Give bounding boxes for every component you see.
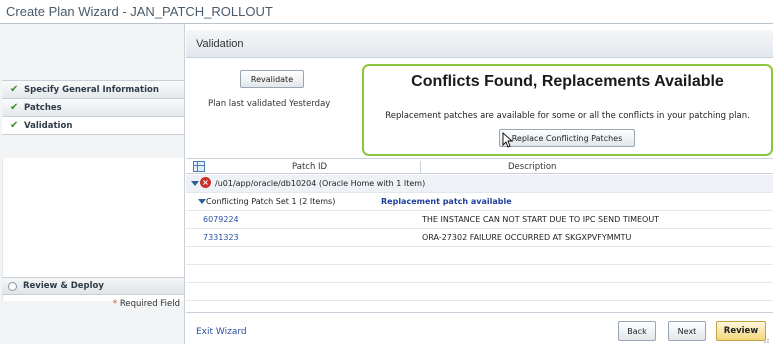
column-header-patch-id[interactable]: Patch ID (292, 162, 327, 172)
step-patches[interactable]: ✔ Patches (2, 99, 184, 117)
patch-description: THE INSTANCE CAN NOT START DUE TO IPC SE… (422, 215, 660, 224)
exit-wizard-link[interactable]: Exit Wizard (196, 327, 247, 337)
radio-icon (8, 281, 17, 291)
conflict-set-row[interactable]: Conflicting Patch Set 1 (2 Items) Replac… (186, 193, 773, 211)
section-title: Validation (196, 38, 244, 50)
expand-triangle-icon[interactable] (191, 181, 199, 186)
step-validation[interactable]: ✔ Validation (2, 117, 184, 135)
last-validated-text: Plan last validated Yesterday (208, 99, 331, 109)
replacement-note: Replacement patch available (381, 197, 512, 206)
revalidate-button[interactable]: Revalidate (240, 70, 304, 88)
conflicts-message: Replacement patches are available for so… (385, 111, 750, 121)
step-label: Specify General Information (24, 84, 159, 95)
patch-description: ORA-27302 FAILURE OCCURRED AT SKGXPVFYMM… (422, 233, 632, 242)
section-header: Validation (186, 30, 773, 58)
patch-id-link[interactable]: 6079224 (203, 215, 239, 224)
wizard-steps: ✔ Specify General Information ✔ Patches … (2, 80, 184, 135)
required-marker: * (112, 299, 118, 309)
wizard-sidebar: ✔ Specify General Information ✔ Patches … (0, 24, 185, 344)
table-row[interactable]: 7331323 ORA-27302 FAILURE OCCURRED AT SK… (186, 229, 773, 247)
table-view-icon[interactable] (193, 161, 205, 172)
conflicts-table: Patch ID Description × /u01/app/oracle/d… (186, 158, 773, 310)
step-label: Patches (24, 102, 62, 113)
next-button[interactable]: Next (668, 321, 706, 341)
window-title-bar: Create Plan Wizard - JAN_PATCH_ROLLOUT (0, 0, 773, 24)
table-row[interactable]: 6079224 THE INSTANCE CAN NOT START DUE T… (186, 211, 773, 229)
wizard-frame: ✔ Specify General Information ✔ Patches … (0, 24, 773, 344)
mouse-pointer-icon (502, 132, 514, 148)
patch-id-link[interactable]: 7331323 (203, 233, 239, 242)
required-field-label: Required Field (119, 299, 180, 309)
main-panel: Validation Revalidate Plan last validate… (186, 24, 773, 344)
empty-table-row (186, 283, 773, 301)
step-general-information[interactable]: ✔ Specify General Information (2, 81, 184, 99)
table-header: Patch ID Description (186, 158, 773, 174)
column-header-description[interactable]: Description (508, 162, 556, 172)
checkmark-icon: ✔ (10, 120, 19, 131)
back-button[interactable]: Back (618, 321, 656, 341)
conflict-set-label: Conflicting Patch Set 1 (2 Items) (206, 197, 336, 206)
step-label: Validation (24, 120, 73, 131)
window-title: Create Plan Wizard - JAN_PATCH_ROLLOUT (6, 4, 273, 19)
oracle-home-row[interactable]: × /u01/app/oracle/db10204 (Oracle Home w… (186, 175, 773, 193)
empty-table-row (186, 247, 773, 265)
checkmark-icon: ✔ (10, 84, 19, 95)
step-label: Review & Deploy (23, 281, 104, 291)
required-field-note: * Required Field (2, 296, 184, 312)
wizard-footer: Exit Wizard Back Next Review (186, 312, 773, 344)
conflicts-headline: Conflicts Found, Replacements Available (411, 73, 724, 90)
replace-conflicting-patches-button[interactable]: Replace Conflicting Patches (499, 129, 635, 147)
expand-triangle-icon[interactable] (198, 199, 206, 204)
step-review-deploy[interactable]: Review & Deploy (2, 277, 184, 295)
error-icon: × (200, 177, 211, 188)
empty-table-row (186, 265, 773, 283)
conflicts-panel: Conflicts Found, Replacements Available … (362, 64, 773, 156)
review-button[interactable]: Review (716, 321, 766, 341)
column-divider (420, 161, 421, 173)
checkmark-icon: ✔ (10, 102, 19, 113)
oracle-home-label: /u01/app/oracle/db10204 (Oracle Home wit… (215, 179, 426, 188)
resize-grip-icon[interactable] (763, 338, 771, 344)
